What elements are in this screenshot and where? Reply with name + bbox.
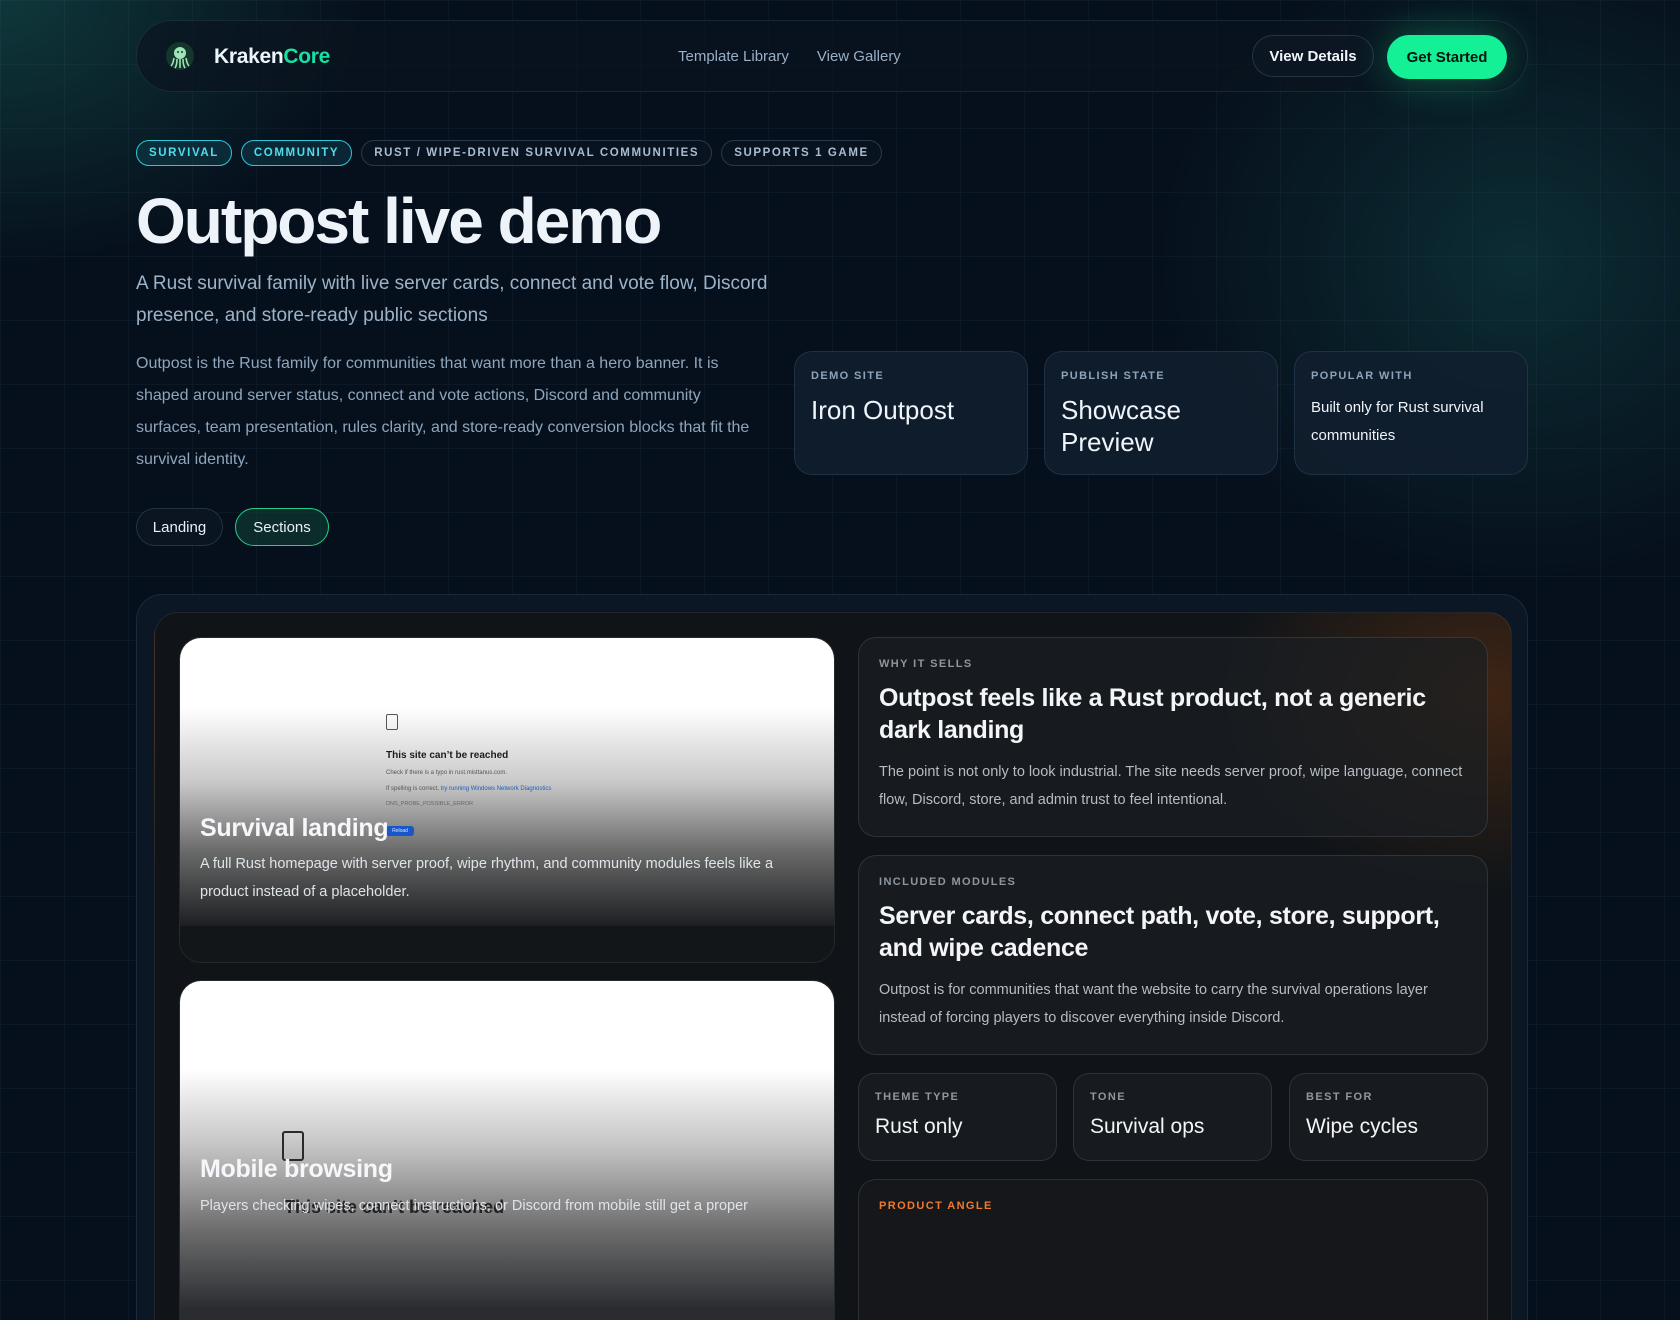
nav-link-view-gallery[interactable]: View Gallery xyxy=(817,48,901,65)
stat-demo-site: DEMO SITE Iron Outpost xyxy=(794,351,1028,475)
nav-link-template-library[interactable]: Template Library xyxy=(678,48,789,65)
showcase-frame: This site can’t be reached Check if ther… xyxy=(136,594,1528,1320)
preview-screenshot: This site can’t be reached Mobile browsi… xyxy=(180,981,834,1320)
preview-screenshot: This site can’t be reached Check if ther… xyxy=(180,638,834,926)
page-title: Outpost live demo xyxy=(136,185,662,257)
page-description: Outpost is the Rust family for communiti… xyxy=(136,355,750,468)
diagnostics-link: try running Windows Network Diagnostics xyxy=(440,786,552,792)
included-modules-panel: INCLUDED MODULES Server cards, connect p… xyxy=(858,855,1488,1055)
broken-page-icon xyxy=(386,714,398,730)
error-line: If spelling is correct, try running Wind… xyxy=(386,786,646,792)
error-line-text: If spelling is correct, xyxy=(386,786,441,792)
stat-value: Showcase Preview xyxy=(1061,395,1181,457)
fact-value: Survival ops xyxy=(1090,1115,1205,1138)
nav-links: Template Library View Gallery xyxy=(678,48,929,65)
fact-best-for: BEST FOR Wipe cycles xyxy=(1289,1073,1488,1161)
product-angle-panel: PRODUCT ANGLE xyxy=(858,1179,1488,1320)
toggle-landing[interactable]: Landing xyxy=(136,508,223,546)
panel-title: Outpost feels like a Rust product, not a… xyxy=(879,684,1426,744)
panel-label: INCLUDED MODULES xyxy=(879,876,1017,888)
fact-value: Wipe cycles xyxy=(1306,1115,1419,1138)
tag-game-support: SUPPORTS 1 GAME xyxy=(721,140,882,166)
showcase-panel: This site can’t be reached Check if ther… xyxy=(154,612,1512,1320)
stat-value: Iron Outpost xyxy=(811,395,955,425)
brand-name[interactable]: KrakenCore xyxy=(214,45,330,69)
panel-text: Outpost is for communities that want the… xyxy=(879,982,1428,1026)
view-details-button[interactable]: View Details xyxy=(1252,35,1374,77)
reload-button: Reload xyxy=(386,826,414,836)
stat-label: PUBLISH STATE xyxy=(1061,370,1165,382)
panel-title: Server cards, connect path, vote, store,… xyxy=(879,902,1440,962)
card-title: Survival landing xyxy=(200,814,389,842)
fact-theme-type: THEME TYPE Rust only xyxy=(858,1073,1057,1161)
panel-label: PRODUCT ANGLE xyxy=(879,1200,993,1212)
error-code: DNS_PROBE_POSSIBLE_ERROR xyxy=(386,801,474,807)
fact-label: TONE xyxy=(1090,1091,1126,1103)
page-subtitle: A Rust survival family with live server … xyxy=(136,273,768,326)
card-text: Players checking wipes, connect instruct… xyxy=(200,1198,749,1214)
kraken-logo-icon[interactable] xyxy=(165,41,195,71)
tag-category: RUST / WIPE-DRIVEN SURVIVAL COMMUNITIES xyxy=(361,140,713,166)
get-started-button[interactable]: Get Started xyxy=(1387,35,1507,79)
panel-text: The point is not only to look industrial… xyxy=(879,764,1463,808)
stat-label: DEMO SITE xyxy=(811,370,885,382)
fact-label: THEME TYPE xyxy=(875,1091,960,1103)
stat-label: POPULAR WITH xyxy=(1311,370,1413,382)
preview-card-mobile-browsing[interactable]: This site can’t be reached Mobile browsi… xyxy=(179,980,835,1320)
toggle-sections[interactable]: Sections xyxy=(235,508,329,546)
error-title: This site can’t be reached xyxy=(386,750,509,761)
fact-value: Rust only xyxy=(875,1115,963,1138)
brand-name-part1: Kraken xyxy=(214,45,284,68)
fact-label: BEST FOR xyxy=(1306,1091,1373,1103)
card-footer xyxy=(180,926,834,962)
tag-row: SURVIVAL COMMUNITY RUST / WIPE-DRIVEN SU… xyxy=(136,140,882,166)
stat-publish-state: PUBLISH STATE Showcase Preview xyxy=(1044,351,1278,475)
tag-survival: SURVIVAL xyxy=(136,140,232,166)
fact-tone: TONE Survival ops xyxy=(1073,1073,1272,1161)
brand-name-part2: Core xyxy=(283,45,331,68)
card-title: Mobile browsing xyxy=(200,1155,393,1183)
stat-value: Built only for Rust survival communities xyxy=(1311,399,1484,444)
stat-popular-with: POPULAR WITH Built only for Rust surviva… xyxy=(1294,351,1528,475)
panel-label: WHY IT SELLS xyxy=(879,658,973,670)
preview-card-survival-landing[interactable]: This site can’t be reached Check if ther… xyxy=(179,637,835,963)
why-it-sells-panel: WHY IT SELLS Outpost feels like a Rust p… xyxy=(858,637,1488,837)
error-line: Check if there is a typo in rust.misttan… xyxy=(386,770,508,776)
top-nav: KrakenCore Template Library View Gallery … xyxy=(136,20,1528,92)
tag-community: COMMUNITY xyxy=(240,140,353,166)
card-text: A full Rust homepage with server proof, … xyxy=(200,856,774,900)
